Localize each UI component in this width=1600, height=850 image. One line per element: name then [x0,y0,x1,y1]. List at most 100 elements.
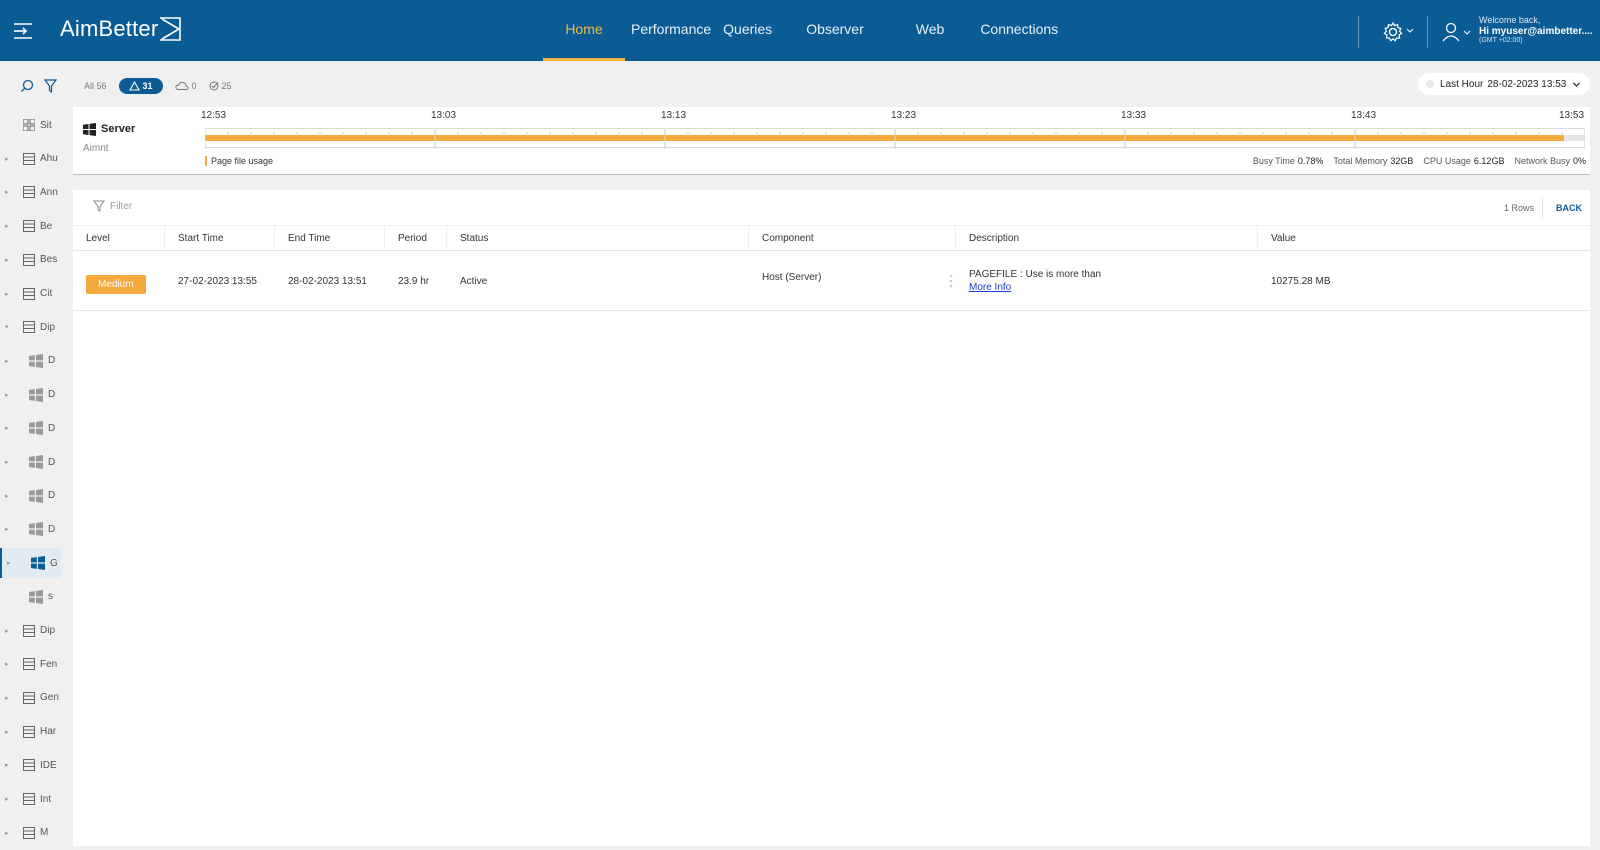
menu-toggle-icon[interactable] [12,20,34,42]
nav-observer[interactable]: Observer [794,0,904,61]
column-period[interactable]: Period [385,226,447,251]
caret-right-icon: ▸ [5,256,9,264]
nav-home[interactable]: Home [543,0,625,61]
sidebar-item[interactable]: ▸ D [0,413,61,443]
sidebar-item[interactable]: ▸ M [0,818,61,848]
caret-right-icon: ▸ [5,492,9,500]
main-nav: Home Performance Queries Observer Web Co… [543,0,1070,61]
sidebar-item[interactable]: ▸ Gen [0,683,61,713]
sidebar-item[interactable]: ▸ Ann [0,177,61,207]
timeline-tick-label: 13:43 [1351,110,1377,121]
caret-right-icon: ▸ [5,155,9,163]
windows-server-icon [29,421,43,436]
caret-right-icon: ▸ [5,391,9,399]
app-logo[interactable]: AimBetter [60,16,158,42]
chevron-down-icon[interactable] [1463,29,1471,37]
column-description[interactable]: Description [956,226,1258,251]
user-welcome[interactable]: Welcome back, Hi myuser@aimbetter.... (G… [1479,15,1597,45]
sidebar-item-label: D [48,389,56,401]
nav-web[interactable]: Web [904,0,969,61]
filter-icon[interactable] [44,79,57,93]
cell-component: Host (Server) [762,272,822,283]
caret-right-icon: ▸ [5,357,9,365]
table-filter[interactable]: Filter [93,200,132,212]
windows-server-icon [29,589,43,604]
metric: Total Memory 32GB [1333,156,1413,166]
user-timezone: (GMT +02:00) [1479,36,1523,44]
sidebar-item[interactable]: ▸ D [0,447,61,477]
sidebar-item[interactable]: ▸ D [0,481,61,511]
sidebar-item[interactable]: ▸ D [0,514,61,544]
sidebar-item-label: Ann [40,186,58,198]
cell-value: 10275.28 MB [1271,275,1331,287]
column-component[interactable]: Component [749,226,956,251]
chevron-down-icon[interactable] [1406,27,1414,35]
sidebar-item[interactable]: Sit [0,110,61,140]
kebab-menu-icon[interactable] [949,273,953,289]
chip-all-label: All 56 [84,81,107,91]
table-header: Level Start Time End Time Period Status … [73,225,1590,251]
server-timeline: Server Aimnt 12:53 13:03 13:13 13:23 13:33 13… [73,107,1590,175]
timeline-tick-label: 12:53 [201,110,227,121]
sidebar-item[interactable]: ▸ Har [0,717,61,747]
more-info-link[interactable]: More Info [969,281,1011,294]
column-start-time[interactable]: Start Time [165,226,275,251]
description-text: PAGEFILE : Use is more than [969,269,1102,280]
filter-icon [93,200,105,212]
chip-warnings[interactable]: 31 [118,78,163,94]
nav-connections[interactable]: Connections [968,0,1070,61]
user-icon[interactable] [1442,22,1460,42]
caret-right-icon: ▸ [5,762,9,770]
column-level[interactable]: Level [73,226,165,251]
settings-gear-icon[interactable] [1382,21,1404,43]
sidebar-item[interactable]: ▸ Ahu [0,144,61,174]
chip-offline[interactable]: 0 [174,81,197,91]
header-divider [1542,198,1543,218]
sidebar-item-label: D [48,422,56,434]
metric-label: Network Busy [1514,156,1570,166]
timeline-tick-label: 13:03 [431,110,457,121]
timeline-tick-label: 13:33 [1121,110,1147,121]
sidebar-item[interactable]: ▸ Cit [0,279,61,309]
server-group-icon [23,321,35,334]
chip-ok[interactable]: 25 [209,81,232,91]
sidebar-item-label: D [48,355,56,367]
time-range-value: 28-02-2023 13:53 [1487,78,1567,90]
sidebar-item[interactable]: ▸ D [0,346,61,376]
sidebar-item[interactable]: ▸ Int [0,784,61,814]
server-subtitle: Aimnt [83,143,109,154]
server-name: Server [101,123,136,135]
column-end-time[interactable]: End Time [275,226,385,251]
sidebar-item[interactable]: ▸ Fen [0,649,61,679]
sidebar-item[interactable]: s [0,582,61,612]
sidebar-item[interactable]: ▸ D [0,380,61,410]
sidebar-item-label: Fen [40,658,58,670]
metric-label: Total Memory [1333,156,1388,166]
server-metrics: Busy Time 0.78% Total Memory 32GB CPU Usage 6… [1253,156,1586,166]
column-value[interactable]: Value [1258,226,1590,251]
nav-performance[interactable]: Performance [625,0,723,61]
metric-label: CPU Usage [1423,156,1471,166]
time-range-selector[interactable]: Last Hour 28-02-2023 13:53 [1418,73,1590,95]
search-icon[interactable] [20,79,34,93]
welcome-text: Welcome back, [1479,15,1541,25]
sidebar-item[interactable]: ▸ G [0,548,61,579]
sidebar-item[interactable]: ▸ Dip [0,616,61,646]
table-row[interactable]: Medium 27-02-2023 13:55 28-02-2023 13:51… [73,251,1590,311]
back-button[interactable]: BACK [1556,203,1582,213]
nav-queries[interactable]: Queries [723,0,794,61]
sidebar-item[interactable]: ▸ Bes [0,245,61,275]
table-filter-placeholder: Filter [110,200,133,212]
server-group-icon [23,826,35,839]
timeline-track[interactable] [205,128,1585,149]
windows-server-icon [31,556,45,571]
metric: Network Busy 0% [1514,156,1586,166]
sidebar-item[interactable]: ▸ IDE [0,750,61,780]
caret-right-icon: ▸ [5,223,9,231]
sidebar-item[interactable]: ▾ Dip [0,312,61,342]
column-status[interactable]: Status [447,226,749,251]
severity-badge: Medium [86,274,146,294]
chip-all[interactable]: All 56 [84,81,107,91]
server-group-icon [23,287,35,300]
sidebar-item[interactable]: ▸ Be [0,211,61,241]
